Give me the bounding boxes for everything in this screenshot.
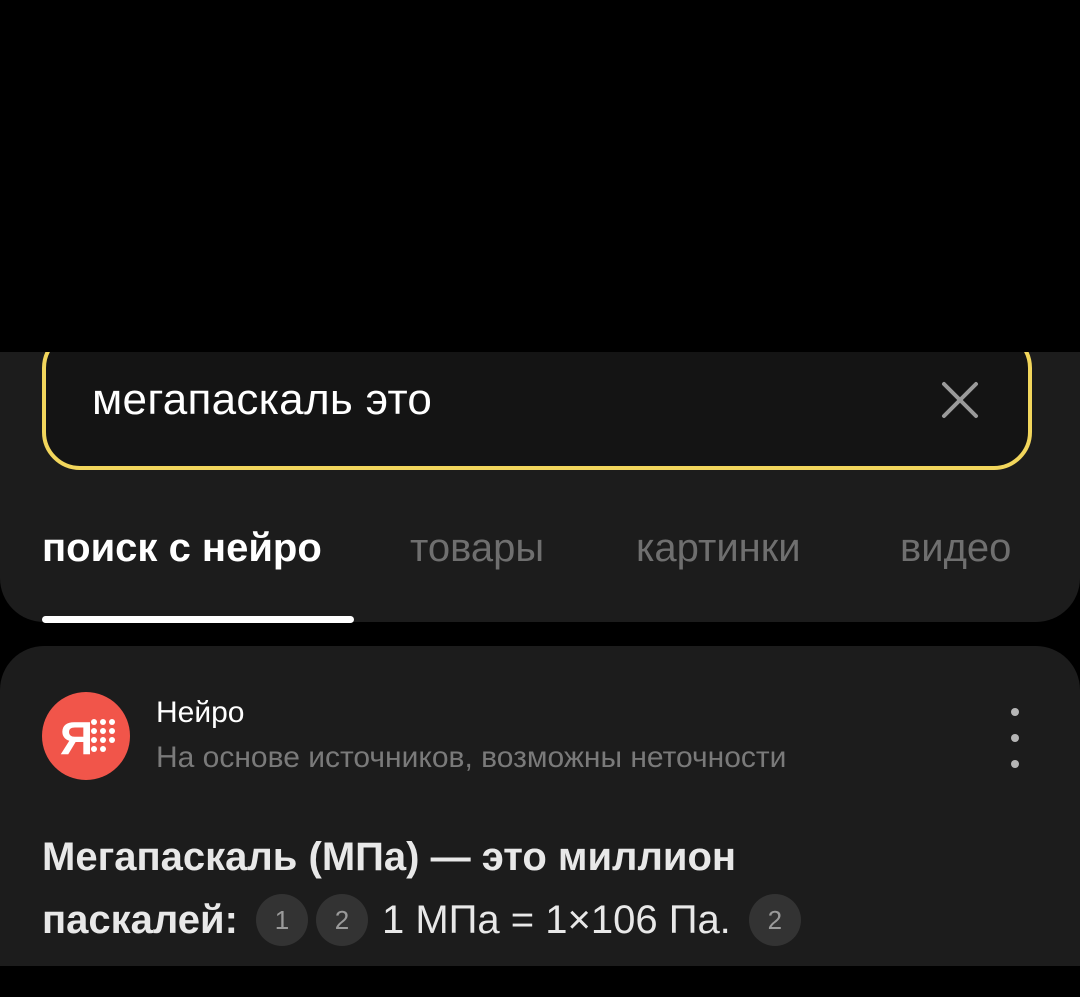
neuro-disclaimer: На основе источников, возможны неточност… — [156, 741, 787, 774]
neuro-avatar: Я — [42, 692, 130, 780]
search-input[interactable]: мегапаскаль это — [92, 370, 432, 430]
svg-text:Я: Я — [60, 712, 93, 764]
active-tab-indicator — [42, 616, 354, 623]
yandex-neuro-logo: Я — [60, 712, 115, 764]
tab-products[interactable]: товары — [410, 524, 544, 572]
clear-search-button[interactable] — [932, 372, 988, 428]
neuro-source-title: Нейро — [156, 696, 245, 729]
top-blank-area — [0, 0, 1080, 352]
citation-badge[interactable]: 2 — [748, 894, 801, 946]
more-vertical-icon-dot — [1011, 734, 1019, 742]
answer-formula: 1 МПа = 1×106 Па. — [381, 898, 731, 942]
citation-badge[interactable]: 2 — [315, 894, 368, 946]
close-icon — [942, 382, 978, 418]
bottom-blank-area — [0, 966, 1080, 997]
tab-neuro-search[interactable]: поиск с нейро — [42, 524, 322, 572]
citation-badge[interactable]: 1 — [255, 894, 308, 946]
answer-bold-term: паскалей: — [42, 898, 238, 942]
more-options-button[interactable] — [998, 708, 1032, 768]
tab-images[interactable]: картинки — [636, 524, 801, 572]
more-vertical-icon-dot — [1011, 760, 1019, 768]
answer-text-line-1: Мегапаскаль (МПа) — это миллион — [42, 835, 737, 879]
answer-text-line-2: паскалей: 1 2 1 МПа = 1×106 Па. 2 — [42, 892, 809, 948]
search-tabs: поиск с нейро товары картинки видео — [0, 510, 1080, 590]
more-vertical-icon-dot — [1011, 708, 1019, 716]
tab-video[interactable]: видео — [900, 524, 1011, 572]
